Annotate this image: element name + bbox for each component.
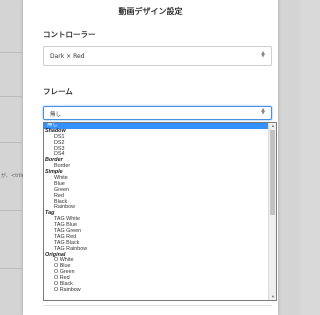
modal-footer-divider xyxy=(43,305,272,315)
modal-title: 動画デザイン設定 xyxy=(118,7,183,16)
background-divider xyxy=(0,96,22,97)
select-updown-icon: ▲ ▼ xyxy=(261,50,265,59)
background-divider xyxy=(0,52,22,53)
controller-section-label: コントローラー xyxy=(43,30,96,39)
dropdown-scrollbar[interactable]: ▲ ▼ xyxy=(268,123,276,300)
background-divider xyxy=(0,210,22,211)
frame-select[interactable]: 無し ▲ ▼ xyxy=(43,106,272,120)
select-updown-icon: ▲ ▼ xyxy=(261,107,265,116)
scroll-down-arrow-icon[interactable]: ▼ xyxy=(269,294,276,300)
frame-dropdown-list[interactable]: 無し Shadow DS1 DS2 DS3 DS4 Border Border Simple Wh… xyxy=(43,122,277,301)
scroll-up-arrow-icon[interactable]: ▲ xyxy=(269,123,276,129)
frame-section-label: フレーム xyxy=(43,87,73,96)
frame-select-value: 無し xyxy=(50,112,62,118)
background-text-snippet: が、<title xyxy=(1,173,25,179)
background-divider xyxy=(0,268,22,269)
dropdown-options: 無し Shadow DS1 DS2 DS3 DS4 Border Border Simple Wh… xyxy=(44,123,268,294)
controller-select[interactable]: Dark × Red ▲ ▼ xyxy=(43,46,272,66)
dropdown-option[interactable]: O Rainbow xyxy=(44,287,268,294)
scrollbar-thumb[interactable] xyxy=(270,130,275,215)
background-divider xyxy=(0,142,22,143)
controller-select-value: Dark × Red xyxy=(50,53,85,60)
